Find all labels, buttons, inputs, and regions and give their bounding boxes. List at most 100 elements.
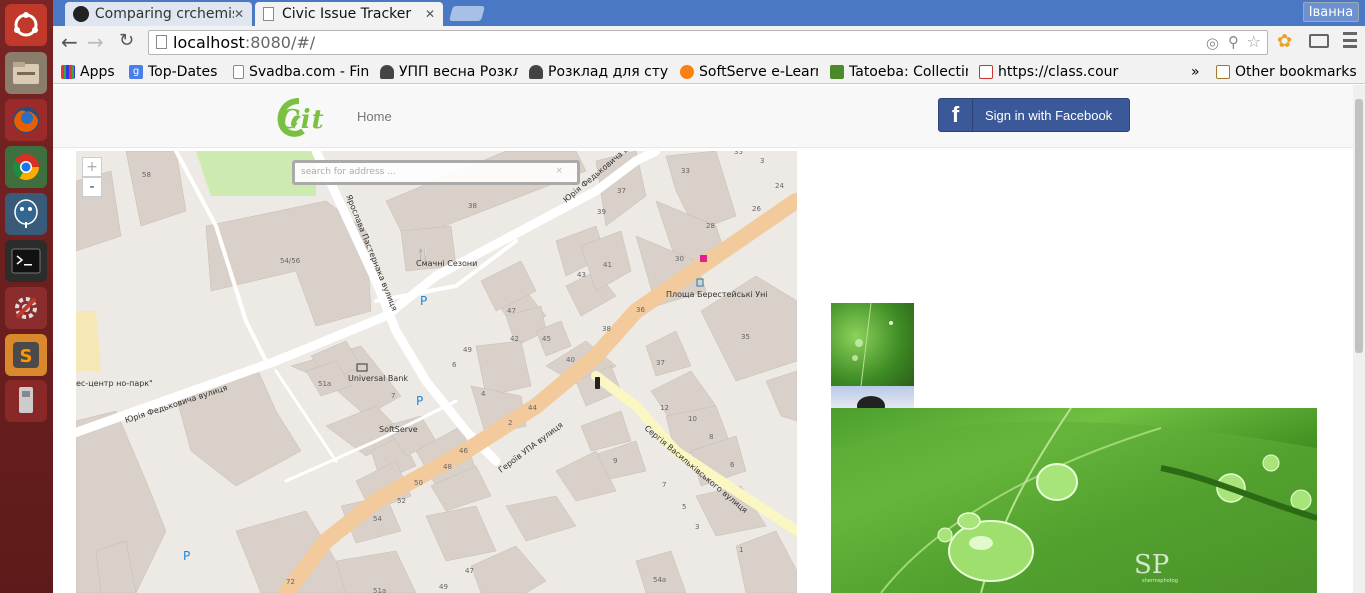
bookmark-star-icon[interactable]: ☆: [1247, 32, 1261, 51]
reload-icon[interactable]: ↻: [119, 30, 134, 51]
scrollbar-thumb[interactable]: [1355, 99, 1363, 353]
tab-comparing[interactable]: Comparing crchemis ✕: [65, 2, 252, 26]
building-number: 7: [391, 392, 395, 400]
city-map[interactable]: Юрія Федьковича вулиця Ярослава Пастерна…: [76, 151, 797, 593]
bookmark-label: Tatoeba: Collectin: [849, 64, 968, 80]
building-number: 42: [510, 335, 519, 343]
bookmark-rozklad[interactable]: Розклад для студ: [529, 62, 669, 82]
facebook-signin-button[interactable]: f Sign in with Facebook: [938, 98, 1130, 132]
page-scrollbar[interactable]: [1353, 85, 1365, 593]
tab-label: Civic Issue Tracker: [282, 6, 412, 22]
building-number: 49: [439, 583, 448, 591]
zoom-out-button[interactable]: -: [82, 177, 102, 197]
bookmark-label: Other bookmarks: [1235, 64, 1357, 80]
building-number: 54: [373, 515, 382, 523]
building-number: 37: [656, 359, 665, 367]
building-number: 43: [577, 271, 586, 279]
bookmark-label: Top-Dates: [148, 64, 218, 80]
system-settings-icon[interactable]: [5, 287, 47, 329]
watermark-text: shermsphotog: [1142, 578, 1178, 584]
clear-search-icon[interactable]: ×: [555, 166, 563, 176]
page-icon: [233, 65, 244, 79]
moodle-icon: [680, 65, 694, 79]
tatoeba-icon: [830, 65, 844, 79]
extension-icon[interactable]: ✿: [1277, 31, 1292, 52]
building-number: 1: [739, 546, 743, 554]
photo-large[interactable]: SP shermsphotog: [831, 408, 1317, 593]
url-host: localhost: [173, 33, 245, 52]
back-icon[interactable]: ←: [61, 30, 78, 54]
leaf-water-drops-image: [831, 408, 1317, 593]
zoom-icon[interactable]: ⚲: [1228, 33, 1239, 51]
university-crest-icon: [529, 65, 543, 79]
tab-close-icon[interactable]: ✕: [234, 7, 244, 21]
terminal-icon[interactable]: [5, 240, 47, 282]
parking-icon[interactable]: P: [420, 294, 427, 308]
building-number: 28: [706, 222, 715, 230]
map-tiles: Юрія Федьковича вулиця Ярослава Пастерна…: [76, 151, 797, 593]
bookmark-upp[interactable]: УПП весна Розкл: [380, 62, 518, 82]
files-icon[interactable]: [5, 52, 47, 94]
bookmark-svadba[interactable]: Svadba.com - Fin: [233, 62, 369, 82]
bookmark-softserve[interactable]: SoftServe e-Learn: [680, 62, 818, 82]
building-number: 6: [452, 361, 457, 369]
web-page: Cit Home f Sign in with Facebook Юрія Фе…: [53, 85, 1353, 593]
building-number: 39: [597, 208, 606, 216]
watermark-logo: SP: [1134, 550, 1170, 580]
building-number: 8: [709, 433, 713, 441]
bookmark-apps[interactable]: Apps: [61, 62, 115, 82]
firefox-icon[interactable]: [5, 99, 47, 141]
tab-close-icon[interactable]: ✕: [425, 7, 435, 21]
bookmarks-overflow-button[interactable]: »: [1191, 62, 1200, 82]
poi-label: Площа Берестейські Уні: [666, 290, 768, 299]
bookmark-label: Розклад для студ: [548, 64, 669, 80]
location-icon[interactable]: ◎: [1206, 34, 1219, 52]
new-tab-button[interactable]: [448, 6, 486, 21]
nav-home-link[interactable]: Home: [357, 109, 392, 124]
app-navbar: Cit Home f Sign in with Facebook: [53, 85, 1353, 148]
postgresql-icon[interactable]: [5, 193, 47, 235]
address-bar[interactable]: localhost:8080/#/ ◎ ⚲ ☆: [148, 30, 1268, 55]
other-bookmarks[interactable]: Other bookmarks: [1216, 62, 1357, 82]
app-logo[interactable]: Cit: [277, 95, 337, 139]
bookmark-label: https://class.cour: [998, 64, 1119, 80]
dash-home-icon[interactable]: [5, 4, 47, 46]
bookmark-coursera[interactable]: https://class.cour: [979, 62, 1119, 82]
logo-text: Cit: [279, 105, 325, 135]
building-number: 5: [682, 503, 686, 511]
tab-label: Comparing crchemis: [94, 6, 234, 22]
zoom-in-button[interactable]: +: [82, 157, 102, 177]
building-number: 51a: [373, 587, 386, 593]
building-number: 52: [397, 497, 406, 505]
photo-thumbnail[interactable]: [831, 303, 914, 386]
github-icon: [73, 6, 89, 22]
address-search-input[interactable]: search for address ... ×: [292, 160, 580, 185]
usb-drive-icon[interactable]: [5, 380, 47, 422]
building-number: 37: [617, 187, 626, 195]
parking-icon[interactable]: P: [416, 394, 423, 408]
profile-button[interactable]: Іванна: [1303, 2, 1359, 22]
parking-icon[interactable]: P: [183, 549, 190, 563]
tab-civic-issue-tracker[interactable]: Civic Issue Tracker ✕: [255, 2, 443, 26]
photo-partial[interactable]: [831, 386, 914, 408]
building-number: 40: [566, 356, 575, 364]
sublime-text-icon[interactable]: S: [5, 334, 47, 376]
bookmark-tatoeba[interactable]: Tatoeba: Collectin: [830, 62, 968, 82]
cast-icon[interactable]: [1309, 34, 1329, 48]
forward-icon[interactable]: →: [87, 30, 104, 54]
building-number: 72: [286, 578, 295, 586]
url-path: :8080/#/: [244, 33, 316, 52]
poi-label: Universal Bank: [348, 374, 408, 383]
browser-toolbar: ← → ↻ localhost:8080/#/ ◎ ⚲ ☆ ✿: [53, 26, 1365, 59]
poi-label: ес-центр но-парк": [76, 379, 153, 388]
building-number: 46: [459, 447, 468, 455]
bookmarks-bar: Apps g Top-Dates Svadba.com - Fin УПП вес…: [53, 59, 1365, 84]
menu-icon[interactable]: [1343, 32, 1357, 48]
bookmark-label: Apps: [80, 64, 115, 80]
building-number: 58: [142, 171, 151, 179]
building-number: 41: [603, 261, 612, 269]
pharmacy-icon[interactable]: [700, 255, 707, 262]
bookmark-top-dates[interactable]: g Top-Dates: [129, 62, 227, 82]
apps-grid-icon: [61, 65, 75, 79]
chrome-icon[interactable]: [5, 146, 47, 188]
